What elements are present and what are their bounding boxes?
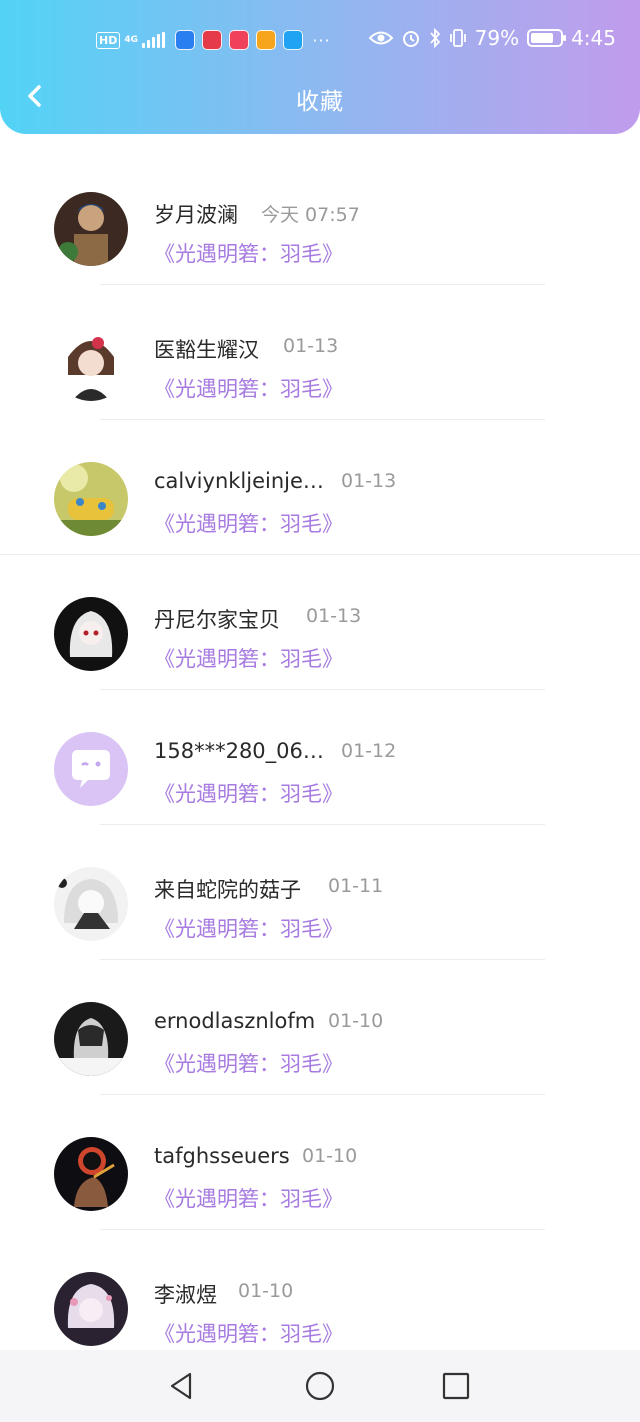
alarm-icon: [402, 31, 419, 47]
timestamp: 01-11: [328, 875, 384, 897]
user-name: 医豁生耀汉: [154, 338, 259, 362]
bulb-app-icon: [175, 30, 196, 50]
list-item[interactable]: 158***280_06… 01-12 《光遇明箬：羽毛》: [0, 690, 640, 825]
list-item[interactable]: 医豁生耀汉 01-13 《光遇明箬：羽毛》: [0, 285, 640, 420]
collection-title[interactable]: 《光遇明箬：羽毛》: [154, 778, 343, 808]
user-name: 丹尼尔家宝贝: [154, 608, 280, 632]
eye-icon: [368, 31, 393, 45]
avatar: [54, 597, 128, 671]
network-type: 4G: [124, 34, 138, 45]
page-title: 收藏: [296, 89, 344, 115]
status-bar: HD 4G ··· 79% 4:45: [0, 22, 640, 60]
battery-percent: 79%: [474, 26, 520, 50]
collection-title[interactable]: 《光遇明箬：羽毛》: [154, 1048, 343, 1078]
clock: 4:45: [571, 26, 616, 50]
user-name: 158***280_06…: [154, 739, 324, 763]
avatar: [54, 1272, 128, 1346]
battery-icon: [527, 29, 567, 47]
timestamp: 01-10: [238, 1280, 294, 1302]
hd-icon: HD: [96, 31, 121, 49]
list-item[interactable]: calviynkljeinje… 01-13 《光遇明箬：羽毛》: [0, 420, 640, 555]
book-app-icon: [229, 30, 250, 50]
more-dots-icon: ···: [312, 30, 331, 50]
collection-title[interactable]: 《光遇明箬：羽毛》: [154, 643, 343, 673]
favorites-list: 岁月波澜 今天 07:57 《光遇明箬：羽毛》 医豁生耀汉 01-13 《光遇明…: [0, 150, 640, 1365]
list-item[interactable]: tafghsseuers 01-10 《光遇明箬：羽毛》: [0, 1095, 640, 1230]
timestamp: 01-12: [341, 740, 397, 762]
timestamp: 01-10: [302, 1145, 358, 1167]
bluetooth-icon: [429, 28, 440, 48]
gift-app-icon: [256, 30, 277, 50]
system-nav-bar: [0, 1350, 640, 1422]
avatar: [54, 1002, 128, 1076]
timestamp: 01-13: [341, 470, 397, 492]
avatar: [54, 462, 128, 536]
user-name: tafghsseuers: [154, 1144, 290, 1168]
timestamp: 01-13: [283, 335, 339, 357]
timestamp: 今天 07:57: [261, 204, 360, 226]
home-circle-icon[interactable]: [304, 1370, 336, 1402]
collection-title[interactable]: 《光遇明箬：羽毛》: [154, 373, 343, 403]
game-app-icon: [202, 30, 223, 50]
avatar: [54, 192, 128, 266]
header-bar: HD 4G ··· 79% 4:45 收藏: [0, 0, 640, 134]
user-name: 岁月波澜: [154, 203, 238, 227]
list-item[interactable]: 丹尼尔家宝贝 01-13 《光遇明箬：羽毛》: [0, 555, 640, 690]
timestamp: 01-10: [328, 1010, 384, 1032]
list-item[interactable]: 岁月波澜 今天 07:57 《光遇明箬：羽毛》: [0, 150, 640, 285]
back-triangle-icon[interactable]: [166, 1370, 198, 1402]
avatar: [54, 867, 128, 941]
vibrate-icon: [449, 29, 466, 47]
user-name: 李淑煜: [154, 1283, 217, 1307]
avatar: [54, 327, 128, 401]
timestamp: 01-13: [306, 605, 362, 627]
avatar: [54, 1137, 128, 1211]
recents-square-icon[interactable]: [440, 1370, 472, 1402]
user-name: 来自蛇院的菇子: [154, 878, 301, 902]
list-item[interactable]: 来自蛇院的菇子 01-11 《光遇明箬：羽毛》: [0, 825, 640, 960]
avatar: [54, 732, 128, 806]
user-name: calviynkljeinje…: [154, 469, 324, 493]
list-item[interactable]: ernodlasznlofm 01-10 《光遇明箬：羽毛》: [0, 960, 640, 1095]
collection-title[interactable]: 《光遇明箬：羽毛》: [154, 238, 343, 268]
search-app-icon: [283, 30, 304, 50]
collection-title[interactable]: 《光遇明箬：羽毛》: [154, 508, 343, 538]
signal-icon: [142, 32, 166, 48]
list-item[interactable]: 李淑煜 01-10 《光遇明箬：羽毛》: [0, 1230, 640, 1365]
collection-title[interactable]: 《光遇明箬：羽毛》: [154, 913, 343, 943]
user-name: ernodlasznlofm: [154, 1009, 316, 1033]
collection-title[interactable]: 《光遇明箬：羽毛》: [154, 1183, 343, 1213]
collection-title[interactable]: 《光遇明箬：羽毛》: [154, 1318, 343, 1348]
